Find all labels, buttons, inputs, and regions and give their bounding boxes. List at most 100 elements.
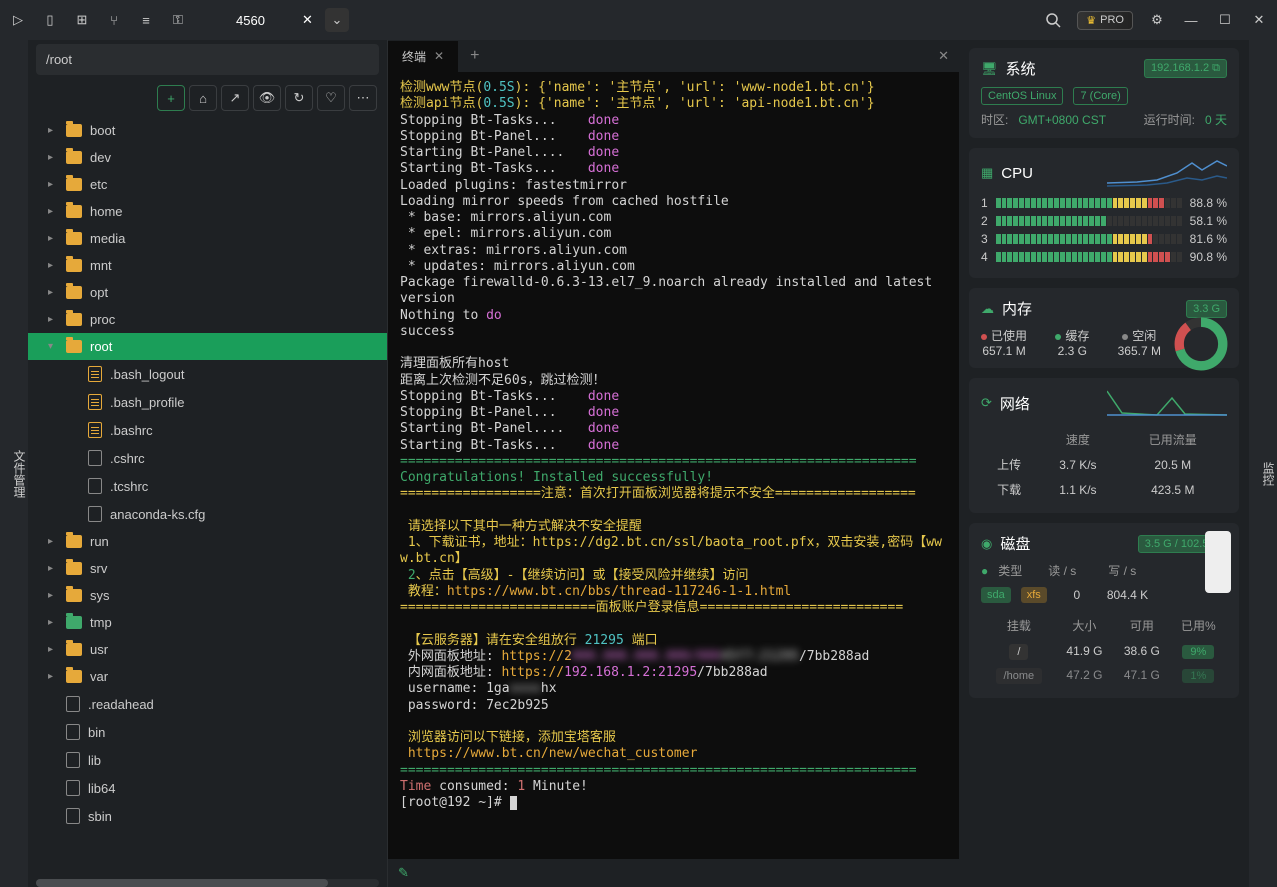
network-card: ⟳ 网络 速度已用流量 上传3.7 K/s20.5 M 下载1.1 K/s423… — [969, 378, 1239, 513]
folder-icon — [66, 562, 82, 575]
folder-icon — [66, 616, 82, 629]
folder-home[interactable]: ▸home — [28, 198, 387, 225]
disk-card: ◉ 磁盘 3.5 G / 102.5 G ● 类型 读 / s 写 / s sd… — [969, 523, 1239, 698]
folder-run[interactable]: ▸run — [28, 528, 387, 555]
file-icon — [88, 506, 102, 522]
maximize-icon[interactable]: ☐ — [1215, 10, 1235, 30]
minimize-icon[interactable]: — — [1181, 10, 1201, 30]
folder-media[interactable]: ▸media — [28, 225, 387, 252]
server-tab[interactable]: 4560 ✕ — [220, 5, 325, 36]
pro-badge[interactable]: ♛PRO — [1077, 11, 1133, 30]
cpu-sparkline — [1107, 158, 1227, 188]
file-icon — [88, 366, 102, 382]
home-button[interactable]: ⌂ — [189, 85, 217, 111]
folder-boot[interactable]: ▸boot — [28, 117, 387, 144]
grid-icon[interactable]: ⊞ — [72, 10, 92, 30]
settings-icon[interactable]: ⚙ — [1147, 10, 1167, 30]
folder-icon — [66, 259, 82, 272]
tab-strip: 4560 ✕ ⌄ — [220, 5, 1031, 36]
main: 文件管理 命令管理 历史命令 小易 /root + ⌂ ↗ 👁 ↻ ♡ ⋯ ▸b… — [0, 40, 1277, 887]
list-icon[interactable]: ≡ — [136, 10, 156, 30]
search-icon[interactable] — [1043, 10, 1063, 30]
folder-sys[interactable]: ▸sys — [28, 582, 387, 609]
monitor-icon: 🖥 — [981, 61, 998, 77]
folder-icon — [66, 205, 82, 218]
h-scrollbar[interactable] — [36, 879, 379, 887]
expand-button[interactable]: ↗ — [221, 85, 249, 111]
ip-badge[interactable]: 192.168.1.2 ⧉ — [1144, 59, 1227, 78]
close-icon[interactable]: ✕ — [434, 49, 444, 63]
run-icon[interactable]: ▷ — [8, 10, 28, 30]
memory-card: ☁ 内存 3.3 G 已使用657.1 M 缓存2.3 G 空闲365.7 M — [969, 288, 1239, 368]
folder-icon — [66, 589, 82, 602]
branch-icon[interactable]: ⑂ — [104, 10, 124, 30]
folder-icon — [66, 313, 82, 326]
close-window-icon[interactable]: ✕ — [1249, 10, 1269, 30]
close-icon[interactable]: ✕ — [302, 12, 313, 28]
folder-lib64[interactable]: lib64 — [28, 774, 387, 802]
folder-srv[interactable]: ▸srv — [28, 555, 387, 582]
folder-icon — [66, 124, 82, 137]
hidden-button[interactable]: 👁 — [253, 85, 281, 111]
prompt-icon[interactable]: ✎ — [398, 865, 409, 881]
folder-dev[interactable]: ▸dev — [28, 144, 387, 171]
file-.bash_profile[interactable]: .bash_profile — [28, 388, 387, 416]
file-.tcshrc[interactable]: .tcshrc — [28, 472, 387, 500]
folder-etc[interactable]: ▸etc — [28, 171, 387, 198]
cpu-core-1: 188.8 % — [981, 196, 1227, 210]
monitor-panel: 🖥 系统 192.168.1.2 ⧉ CentOS Linux7 (Core) … — [959, 40, 1249, 887]
new-button[interactable]: + — [157, 85, 185, 111]
crown-icon: ♛ — [1086, 14, 1096, 27]
disk-icon: ◉ — [981, 536, 992, 552]
terminal-tab[interactable]: 终端 ✕ — [388, 41, 458, 72]
folder-.readahead[interactable]: .readahead — [28, 690, 387, 718]
cpu-core-4: 490.8 % — [981, 250, 1227, 264]
more-button[interactable]: ⋯ — [349, 85, 377, 111]
folder-var[interactable]: ▸var — [28, 663, 387, 690]
folder-usr[interactable]: ▸usr — [28, 636, 387, 663]
folder-icon — [66, 151, 82, 164]
folder-icon — [66, 535, 82, 548]
nav-file-manager[interactable]: 文件管理 — [11, 450, 28, 498]
terminal-tabs: 终端 ✕ + ✕ — [388, 40, 959, 72]
close-all-icon[interactable]: ✕ — [938, 48, 949, 64]
bookmark-icon[interactable]: ▯ — [40, 10, 60, 30]
file-.cshrc[interactable]: .cshrc — [28, 444, 387, 472]
cpu-card: ▦ CPU 188.8 %258.1 %381.6 %490.8 % — [969, 148, 1239, 278]
file-.bash_logout[interactable]: .bash_logout — [28, 360, 387, 388]
key-icon[interactable]: ⚿ — [168, 10, 188, 30]
tab-title: 4560 — [236, 13, 265, 28]
folder-root[interactable]: ▾root — [28, 333, 387, 360]
folder-tmp[interactable]: ▸tmp — [28, 609, 387, 636]
file-.bashrc[interactable]: .bashrc — [28, 416, 387, 444]
tab-dropdown[interactable]: ⌄ — [325, 8, 349, 32]
folder-sbin[interactable]: sbin — [28, 802, 387, 830]
top-bar: ▷ ▯ ⊞ ⑂ ≡ ⚿ 4560 ✕ ⌄ ♛PRO ⚙ — ☐ ✕ — [0, 0, 1277, 40]
file-icon — [66, 752, 80, 768]
terminal-panel: 终端 ✕ + ✕ 检测www节点(0.5S): {'name': '主节点', … — [388, 40, 959, 887]
file-panel: /root + ⌂ ↗ 👁 ↻ ♡ ⋯ ▸boot▸dev▸etc▸home▸m… — [28, 40, 388, 887]
folder-opt[interactable]: ▸opt — [28, 279, 387, 306]
favorite-button[interactable]: ♡ — [317, 85, 345, 111]
folder-proc[interactable]: ▸proc — [28, 306, 387, 333]
path-bar[interactable]: /root — [36, 44, 379, 75]
file-icon — [66, 724, 80, 740]
rail-monitor[interactable]: 监控 — [1260, 462, 1277, 486]
file-tree: ▸boot▸dev▸etc▸home▸media▸mnt▸opt▸proc▾ro… — [28, 117, 387, 879]
folder-icon — [66, 232, 82, 245]
add-tab-button[interactable]: + — [458, 47, 491, 65]
file-icon — [66, 808, 80, 824]
net-sparkline — [1107, 388, 1227, 418]
folder-bin[interactable]: bin — [28, 718, 387, 746]
mount-table: 挂载大小可用已用% /41.9 G38.6 G9% /home47.2 G47.… — [981, 611, 1227, 688]
folder-mnt[interactable]: ▸mnt — [28, 252, 387, 279]
topbar-right: ♛PRO ⚙ — ☐ ✕ — [1043, 10, 1269, 30]
file-icon — [88, 422, 102, 438]
file-toolbar: + ⌂ ↗ 👁 ↻ ♡ ⋯ — [28, 79, 387, 117]
folder-lib[interactable]: lib — [28, 746, 387, 774]
file-anaconda-ks.cfg[interactable]: anaconda-ks.cfg — [28, 500, 387, 528]
cpu-core-2: 258.1 % — [981, 214, 1227, 228]
refresh-button[interactable]: ↻ — [285, 85, 313, 111]
terminal-output[interactable]: 检测www节点(0.5S): {'name': '主节点', 'url': 'w… — [388, 72, 959, 859]
memory-donut — [1173, 316, 1229, 372]
